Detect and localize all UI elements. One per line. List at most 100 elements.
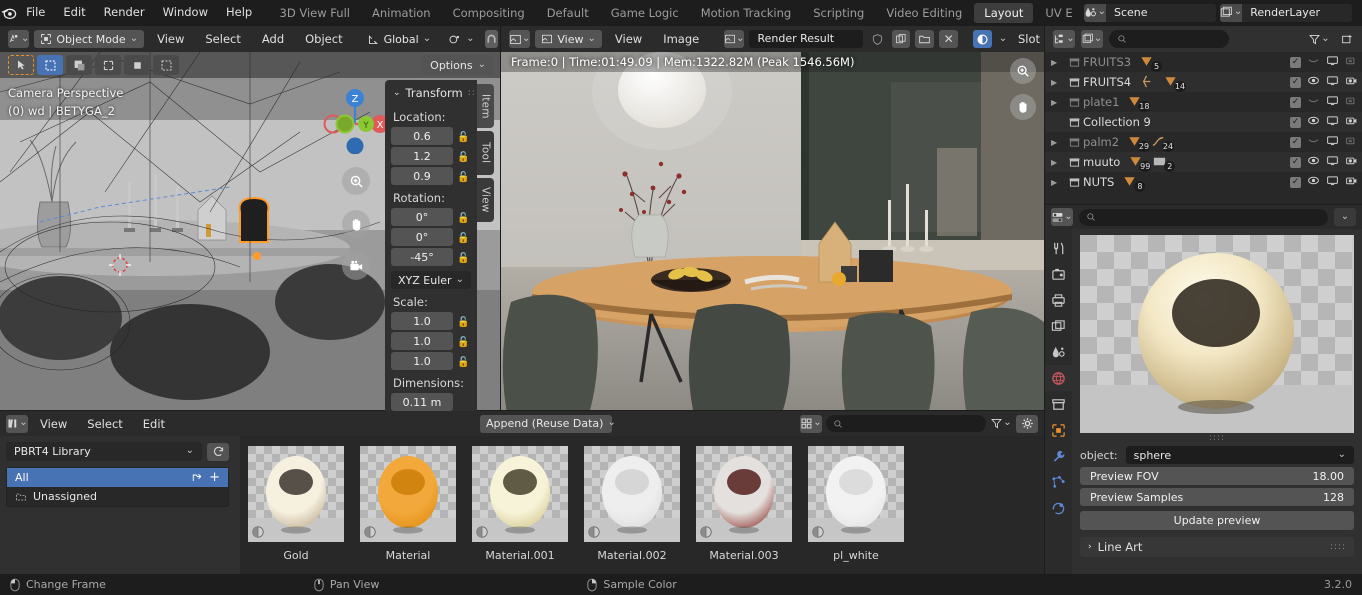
outliner-row-fruits3[interactable]: ▶ FRUITS3 5 ✓ xyxy=(1045,52,1362,72)
scene-selector[interactable]: Scene ❐ ✕ xyxy=(1083,3,1216,22)
tab-tool[interactable]: Tool xyxy=(477,131,494,175)
asset-thumbnail[interactable] xyxy=(248,446,344,542)
line-art-panel-header[interactable]: › Line Art :::: xyxy=(1080,537,1354,557)
asset-item[interactable]: Material.001 xyxy=(472,446,568,562)
scale-z-field[interactable]: 1.0 xyxy=(391,352,453,370)
scene-name[interactable]: Scene xyxy=(1106,3,1216,22)
viewport-zoom-icon[interactable] xyxy=(342,167,370,195)
workspace-tab-default[interactable]: Default xyxy=(537,3,599,23)
camera-icon[interactable] xyxy=(1345,74,1358,90)
location-x-field[interactable]: 0.6 xyxy=(391,127,453,145)
eye-icon[interactable] xyxy=(1307,114,1320,130)
dimensions-x-field[interactable]: 0.11 m xyxy=(391,393,453,411)
editor-type-3dview-icon[interactable] xyxy=(8,30,30,48)
lock-icon[interactable]: 🔓 xyxy=(457,152,469,163)
viewport-menu-view[interactable]: View xyxy=(149,32,192,46)
object-mode-selector[interactable]: Object Mode xyxy=(34,30,145,48)
asset-item[interactable]: pl_white xyxy=(808,446,904,562)
expand-arrow-icon[interactable]: ▶ xyxy=(1051,58,1065,67)
output-tab[interactable] xyxy=(1045,287,1072,313)
modifier-tab[interactable] xyxy=(1045,443,1072,469)
workspace-tab-scripting[interactable]: Scripting xyxy=(803,3,874,23)
rotation-y-field[interactable]: 0° xyxy=(391,228,453,246)
checkbox-icon[interactable]: ✓ xyxy=(1290,136,1301,148)
import-method-selector[interactable]: Append (Reuse Data) xyxy=(480,414,612,433)
image-duplicate-icon[interactable] xyxy=(891,30,911,48)
checkbox-icon[interactable]: ✓ xyxy=(1290,176,1301,188)
scale-y-field[interactable]: 1.0 xyxy=(391,332,453,350)
lock-icon[interactable]: 🔓 xyxy=(457,317,469,328)
outliner-row-muuto[interactable]: ▶ muuto 99 2 ✓ xyxy=(1045,152,1362,172)
preview-fov-slider[interactable]: Preview FOV 18.00 xyxy=(1080,467,1354,485)
image-menu-view[interactable]: View xyxy=(607,32,650,46)
preview-object-select[interactable]: sphere xyxy=(1125,446,1354,464)
transform-panel-header[interactable]: ⌄ Transform :::: xyxy=(391,84,483,106)
lock-icon[interactable]: 🔓 xyxy=(457,357,469,368)
viewport-menu-select[interactable]: Select xyxy=(197,32,248,46)
menu-file[interactable]: File xyxy=(17,0,54,25)
asset-item[interactable]: Gold xyxy=(248,446,344,562)
monitor-icon[interactable] xyxy=(1326,54,1339,70)
new-collection-icon[interactable] xyxy=(1336,30,1358,48)
lock-icon[interactable]: 🔓 xyxy=(457,253,469,264)
outliner-search-input[interactable] xyxy=(1109,30,1229,48)
checkbox-icon[interactable]: ✓ xyxy=(1290,76,1301,88)
asset-item[interactable]: Material.003 xyxy=(696,446,792,562)
rotation-mode-selector[interactable]: XYZ Euler xyxy=(391,271,471,289)
lock-icon[interactable]: 🔓 xyxy=(457,337,469,348)
monitor-icon[interactable] xyxy=(1326,74,1339,90)
workspace-tab-3d-view-full[interactable]: 3D View Full xyxy=(270,3,360,23)
image-zoom-icon[interactable] xyxy=(1010,58,1036,84)
workspace-tab-motion-tracking[interactable]: Motion Tracking xyxy=(691,3,802,23)
slot-label[interactable]: Slot xyxy=(1014,32,1044,46)
expand-arrow-icon[interactable]: ▶ xyxy=(1051,178,1065,187)
physics-tab[interactable] xyxy=(1045,495,1072,521)
workspace-tab-uv-editing[interactable]: UV E xyxy=(1035,3,1082,23)
lock-icon[interactable]: 🔓 xyxy=(457,172,469,183)
camera-icon[interactable] xyxy=(1345,54,1358,70)
checkbox-icon[interactable]: ✓ xyxy=(1290,116,1301,128)
asset-search-input[interactable] xyxy=(826,415,986,432)
properties-search-input[interactable] xyxy=(1079,208,1328,226)
asset-menu-edit[interactable]: Edit xyxy=(135,417,173,431)
scale-x-field[interactable]: 1.0 xyxy=(391,312,453,330)
asset-thumbnail[interactable] xyxy=(360,446,456,542)
location-z-field[interactable]: 0.9 xyxy=(391,167,453,185)
outliner-row-plate1[interactable]: ▶ plate1 18 ✓ xyxy=(1045,92,1362,112)
funnel-icon[interactable] xyxy=(1308,30,1330,48)
eye-icon[interactable] xyxy=(1307,54,1320,70)
select-circle-icon[interactable] xyxy=(95,55,121,75)
asset-filter-funnel-icon[interactable] xyxy=(990,415,1012,433)
pivot-point-selector[interactable] xyxy=(442,30,480,48)
viewlayer-selector[interactable]: RenderLayer ❐ ✕ xyxy=(1219,3,1353,22)
image-editor[interactable]: Frame:0 | Time:01:49.09 | Mem:1322.82M (… xyxy=(501,52,1044,410)
menu-help[interactable]: Help xyxy=(217,0,261,25)
asset-thumbnail[interactable] xyxy=(696,446,792,542)
material-preview-sphere[interactable] xyxy=(1080,235,1354,433)
view-layer-tab[interactable] xyxy=(1045,313,1072,339)
preview-samples-slider[interactable]: Preview Samples 128 xyxy=(1080,488,1354,506)
viewlayer-name[interactable]: RenderLayer xyxy=(1242,3,1353,22)
outliner-row-nuts[interactable]: ▶ NUTS 8 ✓ xyxy=(1045,172,1362,192)
monitor-icon[interactable] xyxy=(1326,114,1339,130)
asset-thumbnail[interactable] xyxy=(808,446,904,542)
update-preview-button[interactable]: Update preview xyxy=(1080,511,1354,530)
menu-render[interactable]: Render xyxy=(95,0,154,25)
viewport-menu-add[interactable]: Add xyxy=(254,32,292,46)
properties-editor-icon[interactable] xyxy=(1051,208,1073,226)
monitor-icon[interactable] xyxy=(1326,134,1339,150)
cursor-icon[interactable] xyxy=(8,55,34,75)
refresh-icon[interactable] xyxy=(207,442,229,461)
select-box-icon[interactable] xyxy=(66,55,92,75)
cycles-icon[interactable] xyxy=(973,30,992,48)
camera-icon[interactable] xyxy=(1345,94,1358,110)
workspace-tab-compositing[interactable]: Compositing xyxy=(443,3,535,23)
expand-arrow-icon[interactable]: ▶ xyxy=(1051,78,1065,87)
asset-library-selector[interactable]: PBRT4 Library xyxy=(6,442,202,461)
tweak-select-box-icon[interactable] xyxy=(37,55,63,75)
outliner-row-fruits4[interactable]: ▶ FRUITS4 14 ✓ xyxy=(1045,72,1362,92)
particles-tab[interactable] xyxy=(1045,469,1072,495)
asset-menu-select[interactable]: Select xyxy=(79,417,130,431)
scene-tab[interactable] xyxy=(1045,339,1072,365)
tab-view[interactable]: View xyxy=(477,178,494,222)
